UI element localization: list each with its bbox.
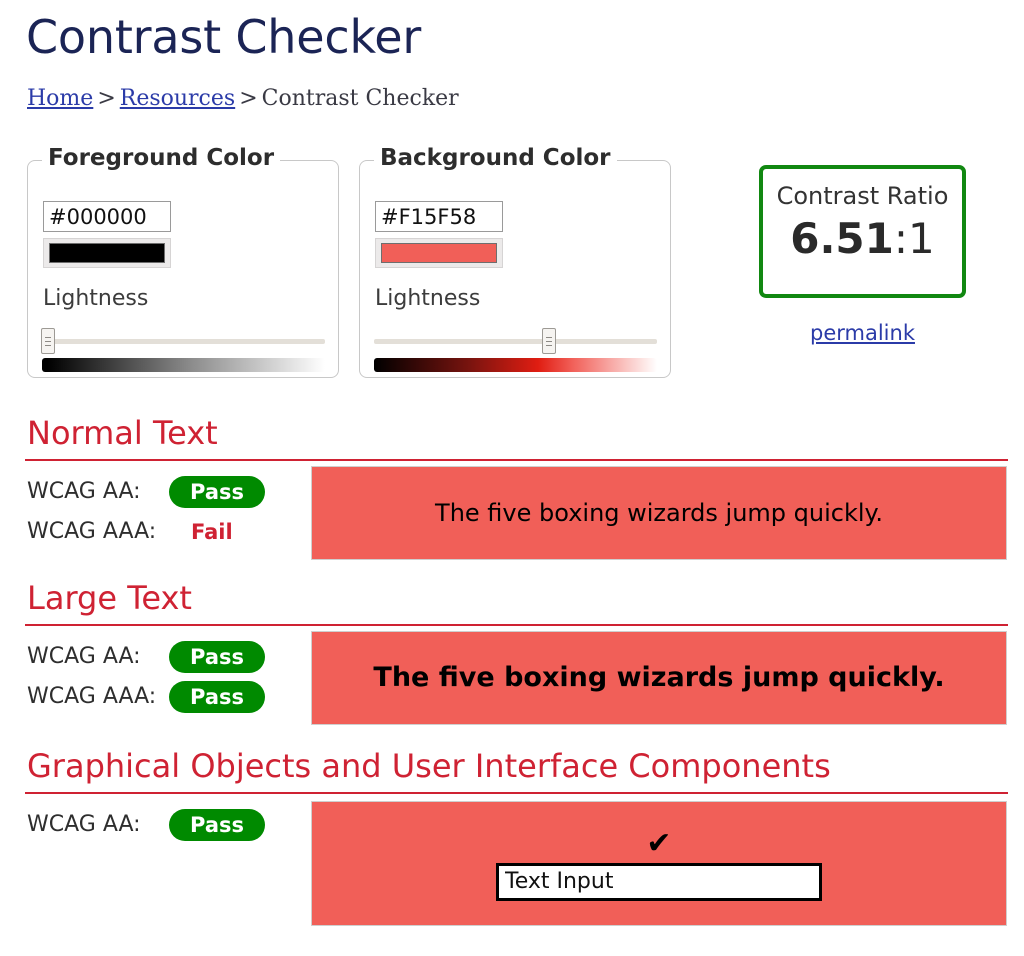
status-badge: Pass — [169, 476, 265, 508]
contrast-ratio-title: Contrast Ratio — [776, 182, 949, 210]
breadcrumb-link-resources[interactable]: Resources — [120, 86, 235, 111]
criterion-row: WCAG AAA: Fail — [27, 512, 297, 552]
contrast-ratio-box: Contrast Ratio 6.51:1 — [759, 165, 966, 298]
section-heading: Normal Text — [27, 414, 218, 452]
criteria-list: WCAG AA: Pass WCAG AAA: Fail — [27, 472, 297, 552]
criterion-row: WCAG AA: Pass — [27, 472, 297, 512]
foreground-lightness-slider[interactable] — [40, 328, 325, 354]
criteria-list: WCAG AA: Pass WCAG AAA: Pass — [27, 637, 297, 717]
graphics-sample-stack: ✔ — [496, 825, 822, 901]
foreground-hex-input[interactable] — [43, 201, 171, 232]
foreground-lightness-gradient — [42, 358, 325, 372]
slider-track — [42, 339, 325, 344]
sample-text: The five boxing wizards jump quickly. — [373, 662, 945, 693]
section-rule — [25, 792, 1008, 794]
foreground-swatch-fill — [49, 243, 165, 263]
breadcrumb: Home > Resources > Contrast Checker — [27, 84, 459, 114]
checkmark-icon: ✔ — [646, 825, 672, 861]
background-lightness-label: Lightness — [375, 286, 481, 311]
criterion-row: WCAG AA: Pass — [27, 805, 297, 845]
sample-preview-graphics: ✔ — [311, 801, 1007, 926]
background-hex-input[interactable] — [375, 201, 503, 232]
sample-preview-large: The five boxing wizards jump quickly. — [311, 631, 1007, 725]
criterion-row: WCAG AA: Pass — [27, 637, 297, 677]
page-title: Contrast Checker — [26, 10, 422, 64]
status-badge: Fail — [191, 520, 233, 544]
background-lightness-gradient — [374, 358, 657, 372]
section-heading: Graphical Objects and User Interface Com… — [27, 747, 831, 785]
breadcrumb-current: Contrast Checker — [261, 86, 459, 111]
breadcrumb-separator: > — [97, 86, 116, 111]
permalink-link[interactable]: permalink — [810, 321, 915, 345]
sample-text-input[interactable] — [496, 862, 822, 901]
criterion-label: WCAG AA: — [27, 644, 141, 669]
criterion-label: WCAG AAA: — [27, 684, 157, 709]
status-badge: Pass — [169, 681, 265, 713]
foreground-color-legend: Foreground Color — [42, 145, 281, 171]
section-heading: Large Text — [27, 579, 192, 617]
background-color-swatch[interactable] — [375, 238, 503, 268]
background-color-fieldset: Background Color Lightness — [359, 145, 671, 378]
contrast-ratio-suffix: :1 — [893, 214, 935, 263]
status-badge: Pass — [169, 641, 265, 673]
status-badge: Pass — [169, 809, 265, 841]
breadcrumb-link-home[interactable]: Home — [27, 86, 93, 111]
foreground-color-fieldset: Foreground Color Lightness — [27, 145, 339, 378]
criterion-row: WCAG AAA: Pass — [27, 677, 297, 717]
foreground-lightness-label: Lightness — [43, 286, 149, 311]
sample-text: The five boxing wizards jump quickly. — [435, 499, 883, 527]
section-rule — [25, 624, 1008, 626]
criterion-label: WCAG AA: — [27, 479, 141, 504]
permalink: permalink — [759, 318, 966, 348]
contrast-ratio-value: 6.51:1 — [763, 213, 962, 265]
background-lightness-slider[interactable] — [374, 328, 657, 354]
sample-preview-normal: The five boxing wizards jump quickly. — [311, 466, 1007, 560]
slider-thumb[interactable] — [542, 328, 557, 354]
breadcrumb-separator: > — [239, 86, 258, 111]
foreground-color-swatch[interactable] — [43, 238, 171, 268]
contrast-ratio-number: 6.51 — [790, 214, 894, 263]
criteria-list: WCAG AA: Pass — [27, 805, 297, 845]
slider-track — [374, 339, 657, 344]
background-swatch-fill — [381, 243, 497, 263]
background-color-legend: Background Color — [374, 145, 617, 171]
slider-thumb[interactable] — [40, 328, 55, 354]
criterion-label: WCAG AAA: — [27, 519, 157, 544]
section-rule — [25, 459, 1008, 461]
criterion-label: WCAG AA: — [27, 812, 141, 837]
